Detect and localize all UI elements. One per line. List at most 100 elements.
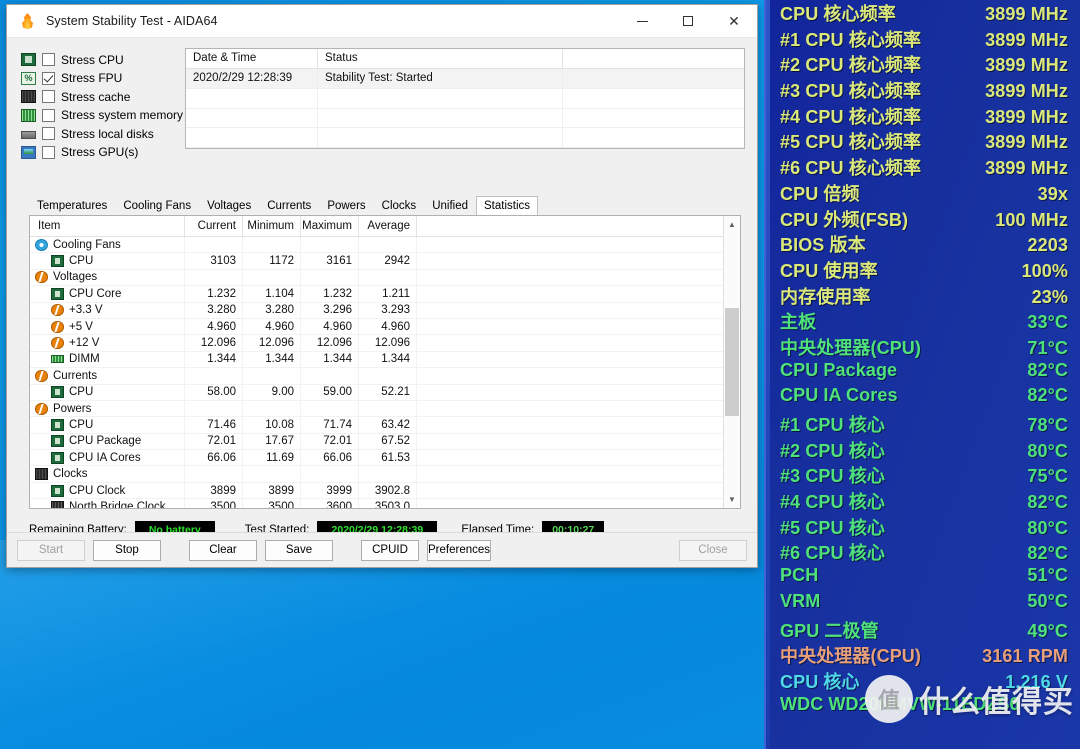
osd-sensor-value: 51°C: [1027, 565, 1068, 586]
table-row[interactable]: DIMM 1.344 1.344 1.344 1.344: [30, 351, 723, 369]
cpu-icon: [51, 418, 64, 431]
stats-column-current[interactable]: Current: [185, 216, 243, 236]
cpuid-button[interactable]: CPUID: [361, 539, 419, 561]
log-column-status[interactable]: Status: [318, 49, 563, 68]
table-row[interactable]: CPU IA Cores 66.06 11.69 66.06 61.53: [30, 450, 723, 467]
clear-button[interactable]: Clear: [189, 539, 257, 561]
table-row[interactable]: Powers: [30, 400, 723, 418]
osd-sensor-name: #1 CPU 核心: [780, 415, 885, 435]
table-row[interactable]: CPU Core 1.232 1.104 1.232 1.211: [30, 286, 723, 303]
table-row[interactable]: Clocks: [30, 466, 723, 483]
table-row[interactable]: [186, 128, 744, 148]
osd-sensor-name: 内存使用率: [780, 286, 871, 307]
osd-sensor-value: 82°C: [1027, 359, 1068, 380]
statistics-scrollbar[interactable]: ▲ ▼: [723, 216, 740, 508]
stats-cell-minimum: [243, 269, 301, 286]
table-row[interactable]: North Bridge Clock 3500 3500 3600 3503.0: [30, 499, 723, 508]
stats-cell-minimum: [243, 368, 301, 384]
tab-temperatures[interactable]: Temperatures: [29, 196, 115, 215]
osd-sensor-name: CPU 外频(FSB): [780, 209, 909, 230]
save-button[interactable]: Save: [265, 539, 333, 561]
stop-button[interactable]: Stop: [93, 539, 161, 561]
stats-cell-average: 3.293: [359, 302, 417, 318]
table-row[interactable]: [186, 88, 744, 109]
table-row[interactable]: CPU 3103 1172 3161 2942: [30, 253, 723, 270]
osd-sensor-name: 中央处理器(CPU): [780, 337, 921, 358]
stats-cell-current: 1.344: [185, 351, 243, 368]
stats-column-minimum[interactable]: Minimum: [243, 216, 301, 236]
table-row[interactable]: Cooling Fans: [30, 237, 723, 254]
stress-disks-checkbox[interactable]: [42, 127, 55, 141]
stress-option-cache[interactable]: Stress cache: [21, 88, 169, 106]
scrollbar-track[interactable]: [724, 233, 740, 491]
stress-cpu-checkbox[interactable]: [42, 53, 55, 67]
log-column-datetime[interactable]: Date & Time: [186, 49, 318, 68]
stats-cell-maximum: [301, 237, 359, 253]
stress-memory-checkbox[interactable]: [42, 108, 55, 122]
stats-cell-current: [185, 466, 243, 482]
table-row[interactable]: [186, 108, 744, 129]
start-button[interactable]: Start: [17, 539, 85, 561]
stress-option-gpu[interactable]: Stress GPU(s): [21, 144, 169, 162]
stress-fpu-checkbox[interactable]: [42, 71, 55, 85]
osd-sensor-name: VRM: [780, 590, 821, 611]
stats-item-label: +5 V: [69, 320, 93, 333]
osd-sensor-name: #6 CPU 核心频率: [780, 158, 922, 179]
stress-option-memory[interactable]: Stress system memory: [21, 107, 183, 125]
osd-row: 主板 33°C: [766, 308, 1080, 334]
scrollbar-thumb[interactable]: [725, 307, 739, 417]
stress-option-cpu[interactable]: Stress CPU: [21, 51, 169, 69]
stress-options-list: Stress CPU % Stress FPU Stress cache Str…: [21, 48, 183, 190]
table-row[interactable]: +5 V 4.960 4.960 4.960 4.960: [30, 318, 723, 336]
osd-sensor-value: 3899 MHz: [985, 158, 1068, 179]
table-row[interactable]: +12 V 12.096 12.096 12.096 12.096: [30, 335, 723, 352]
osd-row: CPU IA Cores 82°C: [766, 385, 1080, 411]
stats-column-item[interactable]: Item: [30, 216, 185, 236]
table-row[interactable]: 2020/2/29 12:28:39 Stability Test: Start…: [186, 69, 744, 89]
osd-sensor-name: #1 CPU 核心频率: [780, 29, 922, 50]
osd-row: CPU 核心 1.216 V: [766, 668, 1080, 694]
stats-cell-maximum: [301, 400, 359, 417]
stress-gpu-checkbox[interactable]: [42, 145, 55, 159]
stats-column-maximum[interactable]: Maximum: [301, 216, 359, 236]
osd-sensor-value: 3899 MHz: [985, 132, 1068, 153]
stats-cell-average: [359, 237, 417, 253]
osd-sensor-value: 3899 MHz: [985, 55, 1068, 76]
table-row[interactable]: CPU 71.46 10.08 71.74 63.42: [30, 417, 723, 434]
table-row[interactable]: +3.3 V 3.280 3.280 3.296 3.293: [30, 302, 723, 319]
minimize-button[interactable]: [619, 5, 665, 38]
log-column-extra[interactable]: [563, 49, 744, 68]
table-row[interactable]: CPU 58.00 9.00 59.00 52.21: [30, 384, 723, 401]
osd-row: #3 CPU 核心频率 3899 MHz: [766, 77, 1080, 103]
close-button[interactable]: Close: [679, 539, 747, 561]
disk-icon: [21, 131, 36, 140]
scroll-down-icon[interactable]: ▼: [724, 491, 740, 508]
stats-cell-maximum: 59.00: [301, 384, 359, 400]
tab-clocks[interactable]: Clocks: [374, 196, 425, 215]
table-row[interactable]: Currents: [30, 368, 723, 385]
tab-currents[interactable]: Currents: [259, 196, 319, 215]
table-row[interactable]: CPU Package 72.01 17.67 72.01 67.52: [30, 433, 723, 451]
stress-option-fpu[interactable]: % Stress FPU: [21, 70, 169, 88]
stats-cell-current: 3.280: [185, 302, 243, 318]
stress-cache-checkbox[interactable]: [42, 90, 55, 104]
maximize-button[interactable]: [665, 5, 711, 38]
osd-row: 中央处理器(CPU) 71°C: [766, 334, 1080, 360]
tab-statistics[interactable]: Statistics: [476, 196, 539, 215]
log-table[interactable]: Date & Time Status 2020/2/29 12:28:39 St…: [185, 48, 745, 149]
tab-voltages[interactable]: Voltages: [199, 196, 259, 215]
tab-powers[interactable]: Powers: [319, 196, 373, 215]
scroll-up-icon[interactable]: ▲: [724, 216, 740, 233]
osd-sensor-value: 50°C: [1027, 590, 1068, 611]
close-window-button[interactable]: ✕: [711, 5, 757, 38]
tab-cooling-fans[interactable]: Cooling Fans: [115, 196, 199, 215]
tab-unified[interactable]: Unified: [424, 196, 476, 215]
preferences-button[interactable]: Preferences: [427, 539, 492, 561]
stats-cell-item: Clocks: [30, 466, 185, 482]
stats-column-average[interactable]: Average: [359, 216, 417, 236]
table-row[interactable]: Voltages: [30, 269, 723, 287]
stats-cell-maximum: 72.01: [301, 433, 359, 450]
stress-option-disks[interactable]: Stress local disks: [21, 125, 169, 143]
osd-sensor-name: 中央处理器(CPU): [780, 646, 921, 667]
table-row[interactable]: CPU Clock 3899 3899 3999 3902.8: [30, 482, 723, 500]
